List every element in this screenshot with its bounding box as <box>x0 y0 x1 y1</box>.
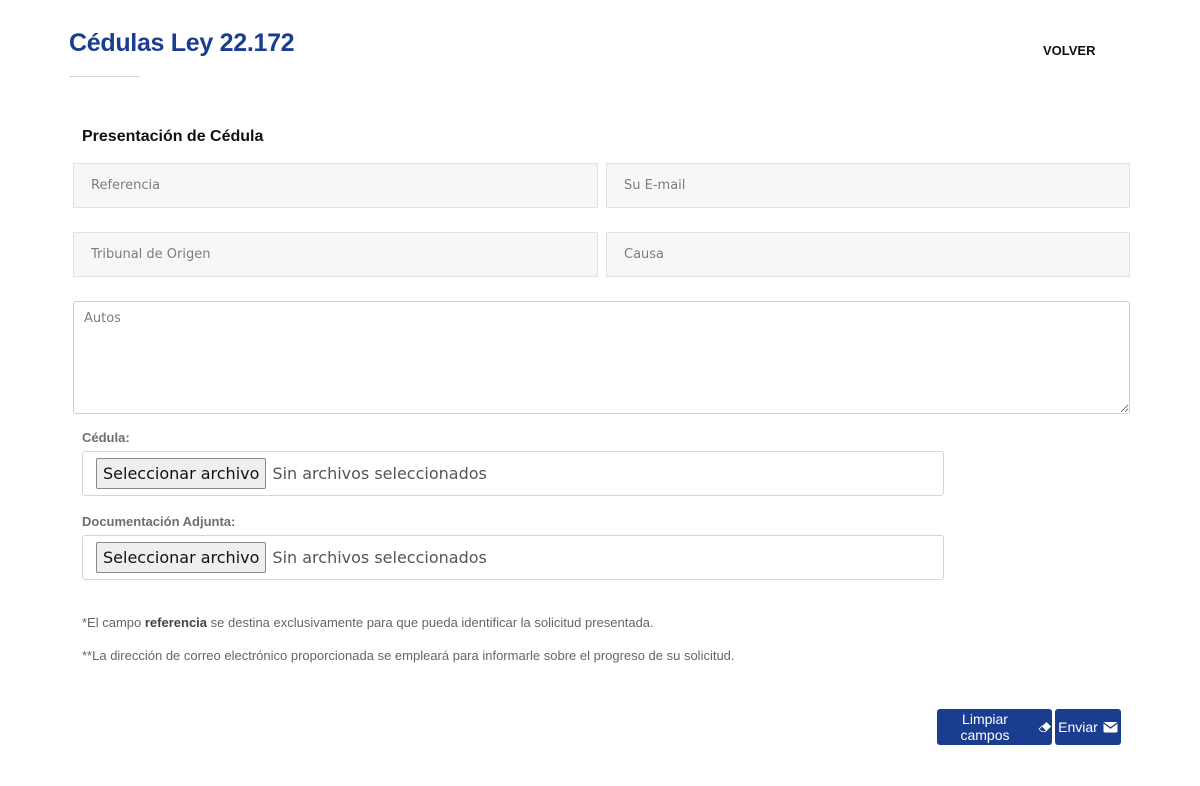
cedula-select-file-button[interactable]: Seleccionar archivo <box>96 458 267 489</box>
clear-fields-button[interactable]: Limpiar campos <box>937 709 1052 745</box>
email-note: **La dirección de correo electrónico pro… <box>82 648 735 663</box>
referencia-input[interactable] <box>73 163 598 208</box>
documentacion-file-status: Sin archivos seleccionados <box>272 548 487 567</box>
documentacion-file-label: Documentación Adjunta: <box>82 514 236 529</box>
cedula-file-label: Cédula: <box>82 430 130 445</box>
autos-textarea[interactable] <box>73 301 1130 414</box>
tribunal-origen-input[interactable] <box>73 232 598 277</box>
eraser-icon <box>1038 721 1052 733</box>
send-button[interactable]: Enviar <box>1055 709 1121 745</box>
referencia-note-suffix: se destina exclusivamente para que pueda… <box>207 615 654 630</box>
causa-input[interactable] <box>606 232 1130 277</box>
referencia-note: *El campo referencia se destina exclusiv… <box>82 615 654 630</box>
section-title: Presentación de Cédula <box>82 128 264 145</box>
cedula-file-status: Sin archivos seleccionados <box>272 464 487 483</box>
email-input[interactable] <box>606 163 1130 208</box>
cedula-file-input[interactable]: Seleccionar archivo Sin archivos selecci… <box>82 451 944 496</box>
referencia-note-bold: referencia <box>144 615 208 630</box>
title-divider <box>69 76 140 77</box>
clear-fields-label: Limpiar campos <box>960 711 1010 743</box>
referencia-note-prefix: *El campo <box>82 615 145 630</box>
send-label: Enviar <box>1058 719 1098 735</box>
back-link[interactable]: VOLVER <box>1043 43 1096 58</box>
documentacion-select-file-button[interactable]: Seleccionar archivo <box>96 542 267 573</box>
documentacion-file-input[interactable]: Seleccionar archivo Sin archivos selecci… <box>82 535 944 580</box>
page-title: Cédulas Ley 22.172 <box>69 29 295 57</box>
envelope-icon <box>1103 721 1118 733</box>
